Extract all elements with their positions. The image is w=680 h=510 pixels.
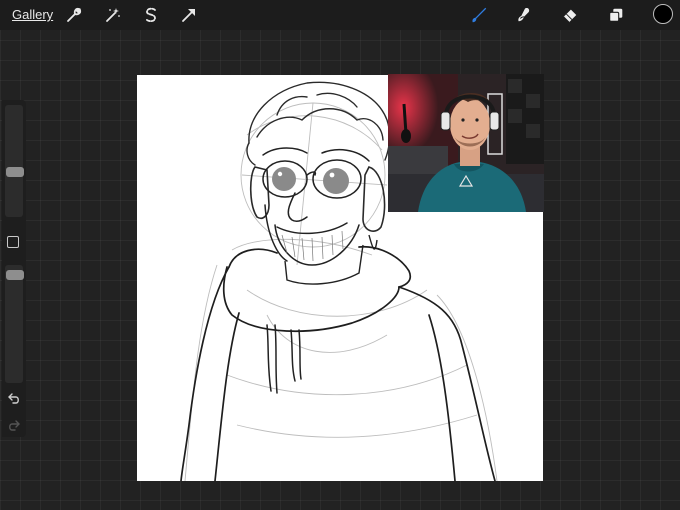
top-toolbar: Gallery: [0, 0, 680, 30]
transform-arrow-icon[interactable]: [180, 6, 198, 24]
redo-icon[interactable]: [6, 418, 22, 434]
color-picker-button[interactable]: [653, 4, 673, 24]
selection-s-icon[interactable]: [142, 6, 160, 24]
brush-icon[interactable]: [470, 6, 490, 26]
webcam-overlay: [388, 74, 544, 212]
brush-size-slider[interactable]: [5, 105, 24, 217]
undo-icon[interactable]: [6, 391, 22, 407]
left-sidebar: [2, 100, 26, 437]
eraser-icon[interactable]: [561, 6, 581, 26]
magic-wand-icon[interactable]: [104, 6, 122, 24]
brush-size-thumb[interactable]: [6, 167, 24, 177]
square-modify-icon[interactable]: [7, 236, 19, 248]
smudge-icon[interactable]: [515, 6, 535, 26]
opacity-slider[interactable]: [5, 265, 24, 383]
wrench-icon[interactable]: [65, 6, 83, 24]
layers-icon[interactable]: [607, 6, 627, 26]
opacity-thumb[interactable]: [6, 270, 24, 280]
streamer-webcam-image: [388, 74, 544, 212]
gallery-link[interactable]: Gallery: [12, 7, 53, 22]
